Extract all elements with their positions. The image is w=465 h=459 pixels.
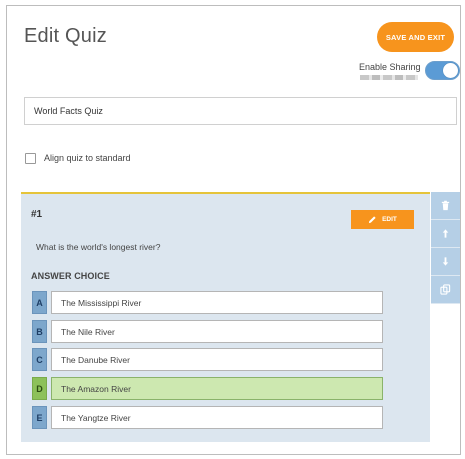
align-standard-label: Align quiz to standard — [44, 153, 131, 163]
duplicate-question-button[interactable] — [431, 276, 460, 304]
arrow-down-icon — [442, 257, 449, 266]
answer-choice[interactable]: C The Danube River — [32, 348, 383, 371]
answer-letter: B — [32, 320, 47, 343]
answer-text[interactable]: The Yangtze River — [51, 406, 383, 429]
answer-choice-correct[interactable]: D The Amazon River — [32, 377, 383, 400]
save-and-exit-button[interactable]: SAVE AND EXIT — [377, 22, 454, 52]
move-down-button[interactable] — [431, 248, 460, 276]
delete-question-button[interactable] — [431, 192, 460, 220]
answer-choice[interactable]: B The Nile River — [32, 320, 383, 343]
answer-letter: D — [32, 377, 47, 400]
enable-sharing-toggle[interactable] — [425, 61, 460, 80]
answer-choice-heading: ANSWER CHOICE — [31, 271, 110, 281]
move-up-button[interactable] — [431, 220, 460, 248]
enable-sharing-label: Enable Sharing — [359, 62, 421, 72]
question-number: #1 — [31, 209, 43, 220]
duplicate-icon — [440, 284, 451, 295]
edit-question-button[interactable]: EDIT — [351, 210, 414, 229]
arrow-up-icon — [442, 229, 449, 238]
quiz-title-input[interactable] — [24, 97, 457, 125]
page-title: Edit Quiz — [24, 25, 107, 47]
answer-choice[interactable]: A The Mississippi River — [32, 291, 383, 314]
answer-text[interactable]: The Danube River — [51, 348, 383, 371]
answer-text[interactable]: The Nile River — [51, 320, 383, 343]
edit-quiz-panel: Edit Quiz SAVE AND EXIT Enable Sharing A… — [6, 5, 461, 455]
question-card: #1 EDIT What is the world's longest rive… — [21, 192, 430, 442]
answer-choice[interactable]: E The Yangtze River — [32, 406, 383, 429]
answer-letter: A — [32, 291, 47, 314]
question-text: What is the world's longest river? — [36, 242, 161, 252]
pencil-icon — [368, 216, 376, 224]
answer-letter: C — [32, 348, 47, 371]
question-tools — [431, 192, 460, 304]
trash-icon — [441, 200, 450, 211]
answer-letter: E — [32, 406, 47, 429]
toggle-knob — [443, 63, 458, 78]
align-standard-checkbox[interactable] — [25, 153, 36, 164]
answer-text[interactable]: The Mississippi River — [51, 291, 383, 314]
answer-text[interactable]: The Amazon River — [51, 377, 383, 400]
sharing-redacted-text — [360, 75, 418, 80]
edit-label: EDIT — [382, 216, 397, 223]
